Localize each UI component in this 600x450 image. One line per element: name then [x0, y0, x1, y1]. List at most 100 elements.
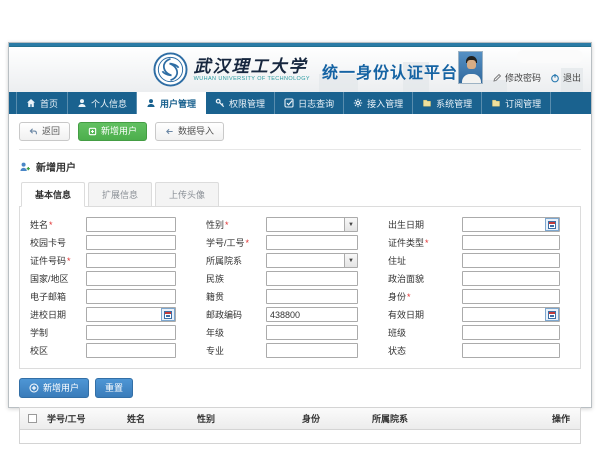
log-icon — [284, 98, 294, 108]
section-title-label: 新增用户 — [36, 159, 76, 174]
field-label: 姓名* — [30, 218, 86, 231]
header: 武汉理工大学 WUHAN UNIVERSITY OF TECHNOLOGY 统一… — [9, 47, 591, 92]
add-user-toolbar-button[interactable]: 新增用户 — [78, 122, 147, 141]
reset-button[interactable]: 重置 — [95, 378, 133, 398]
platform-title: 统一身份认证平台 — [322, 59, 458, 83]
form-field-证件号码: 证件号码* — [30, 253, 176, 268]
field-label: 校区 — [30, 344, 86, 357]
chevron-down-icon[interactable]: ▼ — [344, 218, 357, 231]
field-input-所属院系[interactable]: ▼ — [266, 253, 358, 268]
form-field-校园卡号: 校园卡号 — [30, 235, 176, 250]
field-input-校区[interactable] — [86, 343, 176, 358]
field-label: 电子邮箱 — [30, 290, 86, 303]
gear-icon — [353, 98, 363, 108]
tab-扩展信息[interactable]: 扩展信息 — [88, 182, 152, 207]
field-input-状态[interactable] — [462, 343, 560, 358]
form-actions: 新增用户 重置 — [19, 378, 581, 398]
nav-item-label: 权限管理 — [229, 97, 265, 110]
field-input-籍贯[interactable] — [266, 289, 358, 304]
required-asterisk: * — [225, 220, 229, 230]
university-title-block: 武汉理工大学 WUHAN UNIVERSITY OF TECHNOLOGY — [194, 58, 310, 82]
required-asterisk: * — [67, 256, 71, 266]
nav-item-接入管理[interactable]: 接入管理 — [344, 92, 413, 114]
nav-item-用户管理[interactable]: 用户管理 — [137, 92, 206, 114]
required-asterisk: * — [407, 292, 411, 302]
content-area: 返回 新增用户 数据导入 新增用户 基本信息扩展信息上传头像 姓名* 性别 * ▼ 出生… — [9, 114, 591, 444]
back-label: 返回 — [42, 127, 60, 136]
field-label: 状态 — [388, 344, 462, 357]
home-icon — [26, 98, 36, 108]
field-input-性别[interactable]: ▼ — [266, 217, 358, 232]
table-header-身份: 身份 — [302, 412, 372, 425]
calendar-icon[interactable] — [161, 308, 175, 321]
field-input-住址[interactable] — [462, 253, 560, 268]
field-input-民族[interactable] — [266, 271, 358, 286]
form-field-专业: 专业 — [206, 343, 358, 358]
table-header-学号/工号: 学号/工号 — [47, 412, 127, 425]
required-asterisk: * — [49, 220, 53, 230]
field-input-出生日期[interactable] — [462, 217, 560, 232]
field-input-学号/工号[interactable] — [266, 235, 358, 250]
field-input-邮政编码[interactable]: 438800 — [266, 307, 358, 322]
user-plus-icon — [19, 161, 31, 173]
form-field-政治面貌: 政治面貌 — [388, 271, 560, 286]
users-table-empty-body — [20, 430, 580, 443]
nav-item-label: 接入管理 — [367, 97, 403, 110]
nav-item-权限管理[interactable]: 权限管理 — [206, 92, 275, 114]
submit-add-user-button[interactable]: 新增用户 — [19, 378, 89, 398]
change-password-link[interactable]: 修改密码 — [492, 71, 541, 84]
field-input-进校日期[interactable] — [86, 307, 176, 322]
field-input-证件类型[interactable] — [462, 235, 560, 250]
form-field-状态: 状态 — [388, 343, 560, 358]
tab-基本信息[interactable]: 基本信息 — [21, 182, 85, 207]
nav-item-label: 日志查询 — [298, 97, 334, 110]
user-icon — [146, 98, 156, 108]
form-field-年级: 年级 — [206, 325, 358, 340]
app-window: 武汉理工大学 WUHAN UNIVERSITY OF TECHNOLOGY 统一… — [8, 42, 592, 408]
change-password-label: 修改密码 — [505, 71, 541, 84]
tab-上传头像[interactable]: 上传头像 — [155, 182, 219, 207]
section-title: 新增用户 — [19, 159, 581, 174]
field-label: 所属院系 — [206, 254, 266, 267]
field-label: 有效日期 — [388, 308, 462, 321]
field-input-电子邮箱[interactable] — [86, 289, 176, 304]
field-label: 住址 — [388, 254, 462, 267]
nav-item-首页[interactable]: 首页 — [16, 92, 68, 114]
field-input-年级[interactable] — [266, 325, 358, 340]
field-input-证件号码[interactable] — [86, 253, 176, 268]
table-header-性别: 性别 — [197, 412, 302, 425]
data-import-button[interactable]: 数据导入 — [155, 122, 224, 141]
field-input-校园卡号[interactable] — [86, 235, 176, 250]
field-label: 学号/工号* — [206, 236, 266, 249]
user-form: 姓名*性别*▼出生日期校园卡号学号/工号*证件类型*证件号码*所属院系▼住址国家… — [30, 217, 580, 358]
field-input-有效日期[interactable] — [462, 307, 560, 322]
back-button[interactable]: 返回 — [19, 122, 70, 141]
logout-link[interactable]: 退出 — [550, 71, 581, 84]
calendar-icon[interactable] — [545, 218, 559, 231]
nav-item-系统管理[interactable]: 系统管理 — [413, 92, 482, 114]
field-input-政治面貌[interactable] — [462, 271, 560, 286]
doc-icon — [422, 98, 432, 108]
data-import-label: 数据导入 — [178, 127, 214, 136]
pencil-icon — [492, 73, 502, 83]
nav-item-日志查询[interactable]: 日志查询 — [275, 92, 344, 114]
field-input-国家/地区[interactable] — [86, 271, 176, 286]
reset-label: 重置 — [105, 384, 123, 393]
field-input-学制[interactable] — [86, 325, 176, 340]
user-add-icon — [88, 127, 97, 136]
user-icon — [77, 98, 87, 108]
calendar-icon[interactable] — [545, 308, 559, 321]
form-field-国家/地区: 国家/地区 — [30, 271, 176, 286]
nav-item-订阅管理[interactable]: 订阅管理 — [482, 92, 551, 114]
field-input-专业[interactable] — [266, 343, 358, 358]
chevron-down-icon[interactable]: ▼ — [344, 254, 357, 267]
form-field-出生日期: 出生日期 — [388, 217, 560, 232]
field-input-姓名[interactable] — [86, 217, 176, 232]
user-avatar[interactable] — [458, 51, 483, 84]
field-input-身份[interactable] — [462, 289, 560, 304]
field-input-班级[interactable] — [462, 325, 560, 340]
university-name-cn: 武汉理工大学 — [194, 58, 310, 76]
select-all-checkbox[interactable] — [28, 414, 37, 423]
nav-item-个人信息[interactable]: 个人信息 — [68, 92, 137, 114]
field-label: 国家/地区 — [30, 272, 86, 285]
